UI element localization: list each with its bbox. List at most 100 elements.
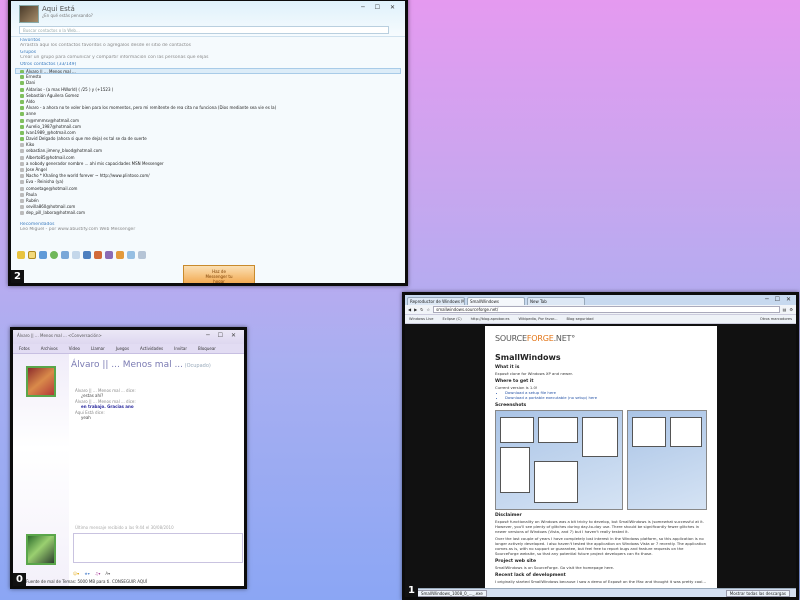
photo-icon[interactable] [83, 251, 91, 259]
window-number-badge: 0 [13, 573, 26, 586]
status-dot-icon [20, 168, 24, 172]
mail-icon[interactable] [39, 251, 47, 259]
contact-item[interactable]: dep_pill_labora@hotmail.com [11, 210, 405, 216]
section-heading: Disclaimer [495, 513, 522, 518]
menu-item[interactable]: Llamar [91, 346, 105, 351]
menu-item[interactable]: Actividades [140, 346, 163, 351]
other-contacts-header[interactable]: Otros contactos (33/149) [11, 61, 405, 68]
mini-window [582, 417, 618, 457]
mini-window [632, 417, 666, 447]
contact-name: anne [26, 111, 36, 117]
section-text: Exposé functionality on Windows was a bi… [495, 519, 704, 534]
status-dot-icon [20, 161, 24, 166]
bookmark-item[interactable]: Wikipedia, Por favor... [518, 317, 557, 321]
messenger-conversation-window[interactable]: Álvaro || ... Menos mal ... <Conversació… [10, 327, 247, 589]
status-dot-icon [20, 186, 24, 191]
user-name[interactable]: Aqui Está [42, 5, 75, 13]
checkmark-icon[interactable] [17, 251, 25, 259]
contact-name: dep_pill_labora@hotmail.com [26, 210, 85, 216]
messenger-contact-list-window[interactable]: Aqui Está ¿En qué estás pensando? ─ ☐ ✕ … [8, 0, 408, 286]
video-icon[interactable] [105, 251, 113, 259]
logo-part: SOURCE [495, 334, 527, 343]
page-menu-icon[interactable]: ▤ [783, 307, 787, 312]
download-link[interactable]: Download a portable executable (no setup… [505, 395, 707, 400]
logo-part: FORGE [526, 334, 554, 343]
bookmark-item[interactable]: Eclipse (C) [443, 317, 462, 321]
groups-section: Grupos Crear un grupo para comunicar y c… [11, 49, 405, 61]
contact-name: a nobody generador nombre ... ahí mis ca… [26, 160, 164, 166]
bookmark-item[interactable]: Blog seguridad [567, 317, 594, 321]
other-bookmarks[interactable]: Otros marcadores [760, 317, 792, 321]
status-bar-text[interactable]: Fuente de mal de Temas: 5000 MB para ti.… [26, 579, 147, 584]
menu-item[interactable]: Bloquear [198, 346, 216, 351]
browser-tab-active[interactable]: SmallWindows [467, 297, 525, 305]
globe-icon[interactable] [50, 251, 58, 259]
bookmark-item[interactable]: http://blog.aprobar.es [471, 317, 510, 321]
window-controls[interactable]: ─ ☐ ✕ [361, 4, 399, 11]
forward-icon[interactable]: ▶ [414, 307, 417, 312]
screenshot-image[interactable] [627, 410, 707, 510]
status-dot-icon [20, 118, 24, 123]
logo-part: .NET° [553, 334, 576, 343]
window-controls[interactable]: ─ ☐ ✕ [206, 332, 239, 339]
menu-item[interactable]: Archivos [41, 346, 58, 351]
settings-icon[interactable] [138, 251, 146, 259]
address-bar[interactable]: smallwindows.sourceforge.net/ [433, 306, 780, 313]
other-contacts-title[interactable]: Otros contactos (33/149) [20, 62, 396, 67]
section-text: SmallWindows is on SourceForge. Go visit… [495, 565, 615, 570]
user-avatar[interactable] [26, 534, 56, 565]
page-title: SmallWindows [495, 353, 561, 362]
emoticon-icon[interactable]: ☺▾ [73, 571, 79, 576]
back-icon[interactable]: ◀ [408, 307, 411, 312]
screenshots-row [495, 410, 707, 510]
reload-icon[interactable]: ↻ [420, 307, 423, 312]
bookmark-item[interactable]: Windows Live [409, 317, 434, 321]
nudge-icon[interactable]: ♫▾ [95, 571, 101, 576]
advertisement-banner[interactable]: Haz de Messenger tu hogar [183, 265, 255, 284]
contact-name: comoetage@hotmail.com [26, 185, 78, 191]
screenshot-image[interactable] [495, 410, 623, 510]
contact-name: Alberto85@hotmail.com [26, 154, 75, 160]
recommended-hint[interactable]: Leo Miguel - por www.abustify.com Web Me… [20, 227, 396, 232]
browser-tab[interactable]: Reproductor de Windows Media [407, 297, 465, 305]
menu-item[interactable]: Fotos [19, 346, 30, 351]
user-status-message[interactable]: ¿En qué estás pensando? [42, 13, 93, 18]
font-icon[interactable]: A▾ [105, 571, 110, 576]
wrench-icon[interactable]: ⚙ [789, 307, 793, 312]
contact-name: Aldo [26, 98, 35, 104]
menu-item[interactable]: Video [69, 346, 80, 351]
user-avatar[interactable] [19, 5, 39, 23]
message-history: Álvaro || ... Menos mal ... dice: ¿estas… [75, 388, 136, 420]
window-title: Álvaro || ... Menos mal ... <Conversació… [17, 333, 102, 338]
contact-name: Jose Ángel [26, 167, 47, 172]
status-dot-icon [20, 130, 24, 135]
contact-name: sevilla860@hotmail.com [26, 204, 76, 210]
calendar-icon[interactable] [72, 251, 80, 259]
message-input[interactable] [73, 533, 243, 563]
show-all-downloads-link[interactable]: Mostrar todas las descargas [725, 589, 790, 597]
space-icon[interactable] [127, 251, 135, 259]
section-heading: What it is [495, 365, 520, 370]
browser-window[interactable]: Reproductor de Windows Media SmallWindow… [402, 292, 799, 600]
browser-tab[interactable]: New Tab [527, 297, 585, 305]
people-icon[interactable] [61, 251, 69, 259]
contact-avatar[interactable] [26, 366, 56, 397]
download-item[interactable]: SmallWindows_1008_0_..._.exe [417, 589, 487, 597]
contact-name: David Delgado (ahora si que me deja) es … [26, 136, 147, 142]
avatar-icon[interactable] [116, 251, 124, 259]
window-controls[interactable]: ─ ☐ ✕ [765, 296, 793, 303]
games-icon[interactable] [94, 251, 102, 259]
status-dot-icon [20, 149, 24, 154]
star-icon[interactable]: ☆ [427, 307, 431, 312]
contact-search-input[interactable]: Buscar contactos o la Web... [19, 26, 389, 34]
status-dot-icon [20, 174, 24, 179]
wink-icon[interactable]: ★▾ [84, 571, 90, 576]
bookmarks-bar: Windows Live Eclipse (C) http://blog.apr… [405, 315, 796, 324]
contact-name: Paula [26, 191, 37, 197]
ad-line: hogar [213, 279, 225, 284]
menu-item[interactable]: Juegos [116, 346, 129, 351]
menu-item[interactable]: Invitar [174, 346, 187, 351]
status-dot-icon [20, 93, 24, 98]
folder-icon[interactable] [28, 251, 36, 259]
sourceforge-logo[interactable]: SOURCEFORGE.NET° [495, 334, 707, 343]
